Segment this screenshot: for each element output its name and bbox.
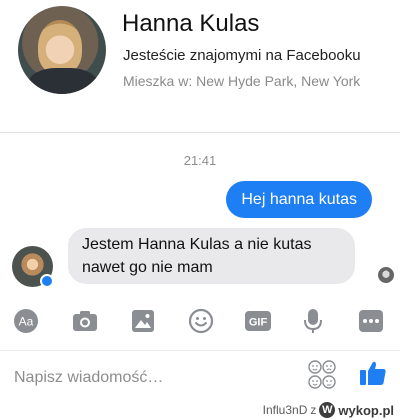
friends-status: Jesteście znajomymi na Facebooku (123, 47, 361, 64)
message-timestamp: 21:41 (183, 153, 217, 168)
emoji-picker-icon[interactable] (306, 358, 338, 392)
composer-toolbar: Aa GIF (0, 300, 400, 340)
thumbs-up-icon[interactable] (358, 358, 390, 388)
wykop-logo-icon: W (319, 402, 336, 418)
header-divider (0, 132, 400, 133)
message-composer (0, 358, 400, 398)
seen-indicator-avatar (378, 267, 394, 283)
watermark: Influ3nD z W wykop.pl (263, 402, 394, 418)
emoji-icon[interactable] (188, 308, 214, 334)
camera-icon[interactable] (72, 308, 98, 334)
microphone-icon[interactable] (300, 308, 326, 334)
message-input[interactable] (14, 366, 254, 390)
watermark-separator: z (310, 403, 317, 417)
avatar-face (38, 20, 82, 74)
image-icon[interactable] (130, 308, 156, 334)
profile-avatar[interactable] (18, 6, 106, 94)
lives-in: Mieszka w: New Hyde Park, New York (123, 73, 361, 89)
svg-text:Aa: Aa (19, 315, 34, 329)
watermark-site: wykop.pl (338, 402, 394, 418)
more-icon[interactable] (358, 308, 384, 334)
profile-name[interactable]: Hanna Kulas (122, 10, 259, 38)
outgoing-message[interactable]: Hej hanna kutas (226, 181, 372, 218)
composer-divider (0, 350, 400, 351)
profile-header: Hanna Kulas Jesteście znajomymi na Faceb… (0, 0, 400, 140)
svg-text:GIF: GIF (249, 317, 268, 329)
incoming-message[interactable]: Jestem Hanna Kulas a nie kutas nawet go … (68, 228, 355, 284)
messenger-badge-icon (40, 274, 54, 288)
text-aa-icon[interactable]: Aa (13, 308, 39, 334)
gif-icon[interactable]: GIF (244, 308, 272, 334)
avatar-body (28, 68, 98, 94)
watermark-user: Influ3nD (262, 403, 308, 417)
